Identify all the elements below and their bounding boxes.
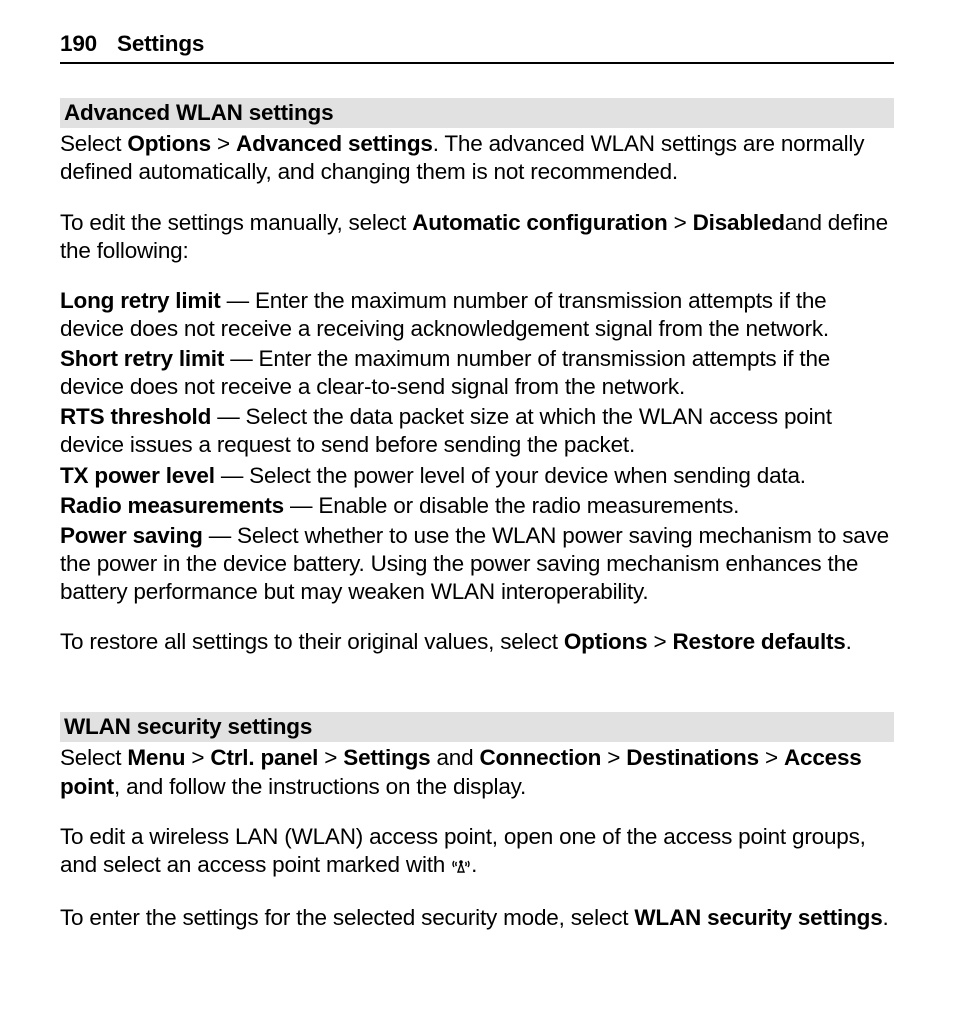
nav-settings: Settings bbox=[343, 745, 430, 770]
nav-options: Options bbox=[564, 629, 648, 654]
text: To enter the settings for the selected s… bbox=[60, 905, 634, 930]
document-page: 190 Settings Advanced WLAN settings Sele… bbox=[0, 0, 954, 994]
text: > bbox=[211, 131, 236, 156]
term: Radio measurements bbox=[60, 493, 284, 518]
paragraph: To enter the settings for the selected s… bbox=[60, 904, 894, 932]
text: > bbox=[647, 629, 672, 654]
text: To edit the settings manually, select bbox=[60, 210, 412, 235]
definition-item: Power saving — Select whether to use the… bbox=[60, 522, 894, 606]
text: > bbox=[668, 210, 693, 235]
page-number: 190 bbox=[60, 31, 97, 56]
paragraph: Select Options > Advanced settings. The … bbox=[60, 130, 894, 186]
wlan-antenna-icon bbox=[451, 854, 471, 882]
definition-item: Radio measurements — Enable or disable t… bbox=[60, 492, 894, 520]
paragraph: To restore all settings to their origina… bbox=[60, 628, 894, 656]
text: > bbox=[601, 745, 626, 770]
text: . bbox=[846, 629, 852, 654]
text: > bbox=[185, 745, 210, 770]
page-header: 190 Settings bbox=[60, 30, 894, 64]
nav-restore-defaults: Restore defaults bbox=[673, 629, 846, 654]
term: Long retry limit bbox=[60, 288, 221, 313]
description: — Enable or disable the radio measuremen… bbox=[284, 493, 739, 518]
paragraph: To edit the settings manually, select Au… bbox=[60, 209, 894, 265]
nav-connection: Connection bbox=[479, 745, 601, 770]
nav-disabled: Disabled bbox=[693, 210, 785, 235]
definition-item: TX power level — Select the power level … bbox=[60, 462, 894, 490]
paragraph: Select Menu > Ctrl. panel > Settings and… bbox=[60, 744, 894, 800]
term: RTS threshold bbox=[60, 404, 211, 429]
text: Select bbox=[60, 131, 127, 156]
page-title: Settings bbox=[117, 31, 204, 56]
nav-destinations: Destinations bbox=[626, 745, 759, 770]
nav-advanced-settings: Advanced settings bbox=[236, 131, 433, 156]
text: > bbox=[318, 745, 343, 770]
text: To restore all settings to their origina… bbox=[60, 629, 564, 654]
nav-options: Options bbox=[127, 131, 211, 156]
paragraph: To edit a wireless LAN (WLAN) access poi… bbox=[60, 823, 894, 882]
text: and bbox=[430, 745, 479, 770]
text: , and follow the instructions on the dis… bbox=[114, 774, 526, 799]
nav-wlan-security-settings: WLAN security settings bbox=[634, 905, 882, 930]
term: Short retry limit bbox=[60, 346, 224, 371]
text: > bbox=[759, 745, 784, 770]
nav-menu: Menu bbox=[127, 745, 185, 770]
term: Power saving bbox=[60, 523, 203, 548]
definition-item: Short retry limit — Enter the maximum nu… bbox=[60, 345, 894, 401]
definition-item: RTS threshold — Select the data packet s… bbox=[60, 403, 894, 459]
text: Select bbox=[60, 745, 127, 770]
term: TX power level bbox=[60, 463, 215, 488]
nav-ctrl-panel: Ctrl. panel bbox=[210, 745, 318, 770]
section-heading-wlan-security: WLAN security settings bbox=[60, 712, 894, 742]
text: . bbox=[471, 852, 477, 877]
text: . bbox=[883, 905, 889, 930]
nav-automatic-config: Automatic configuration bbox=[412, 210, 667, 235]
definition-item: Long retry limit — Enter the maximum num… bbox=[60, 287, 894, 343]
description: — Select the power level of your device … bbox=[215, 463, 806, 488]
section-heading-advanced-wlan: Advanced WLAN settings bbox=[60, 98, 894, 128]
